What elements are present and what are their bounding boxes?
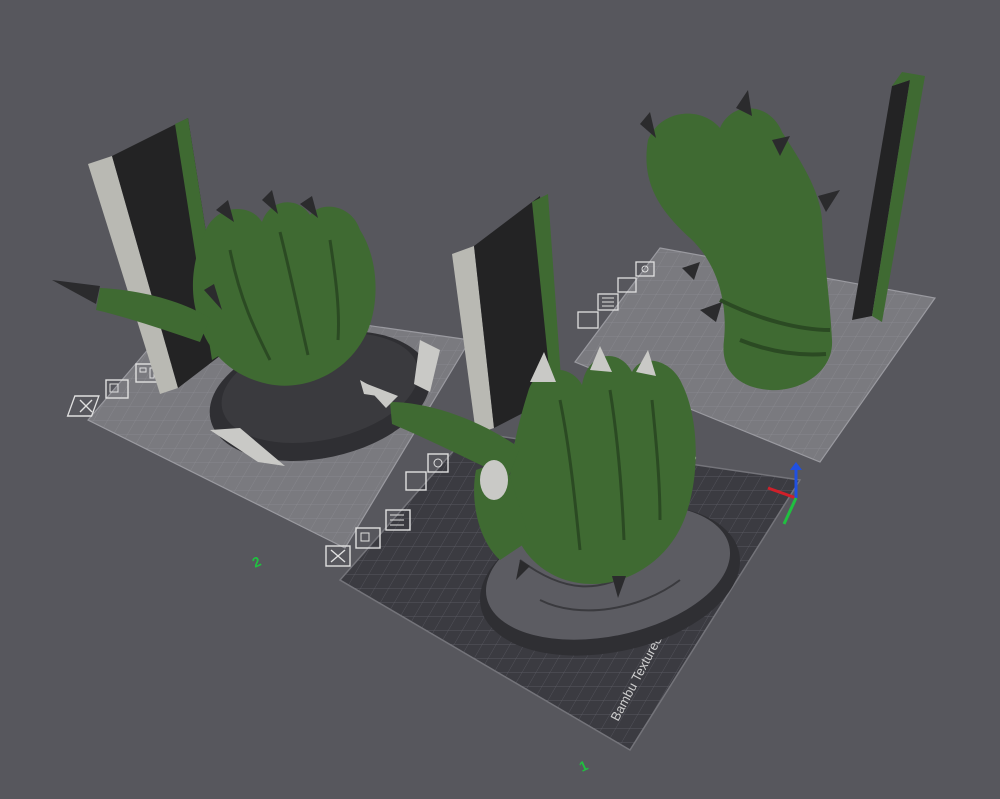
svg-text:2: 2 xyxy=(250,553,264,571)
auto-orient-icon[interactable] xyxy=(577,311,599,329)
scene-canvas[interactable]: 2 Bambu Textured PEI Plate 1 3 xyxy=(0,0,1000,794)
plate-1-number: 1 xyxy=(577,757,591,775)
3d-viewport[interactable]: 2 Bambu Textured PEI Plate 1 3 xyxy=(0,0,1000,794)
close-icon[interactable] xyxy=(325,545,351,567)
prime-tower-right[interactable] xyxy=(852,72,925,322)
plate-2-number: 2 xyxy=(250,553,264,571)
svg-text:1: 1 xyxy=(577,757,591,775)
